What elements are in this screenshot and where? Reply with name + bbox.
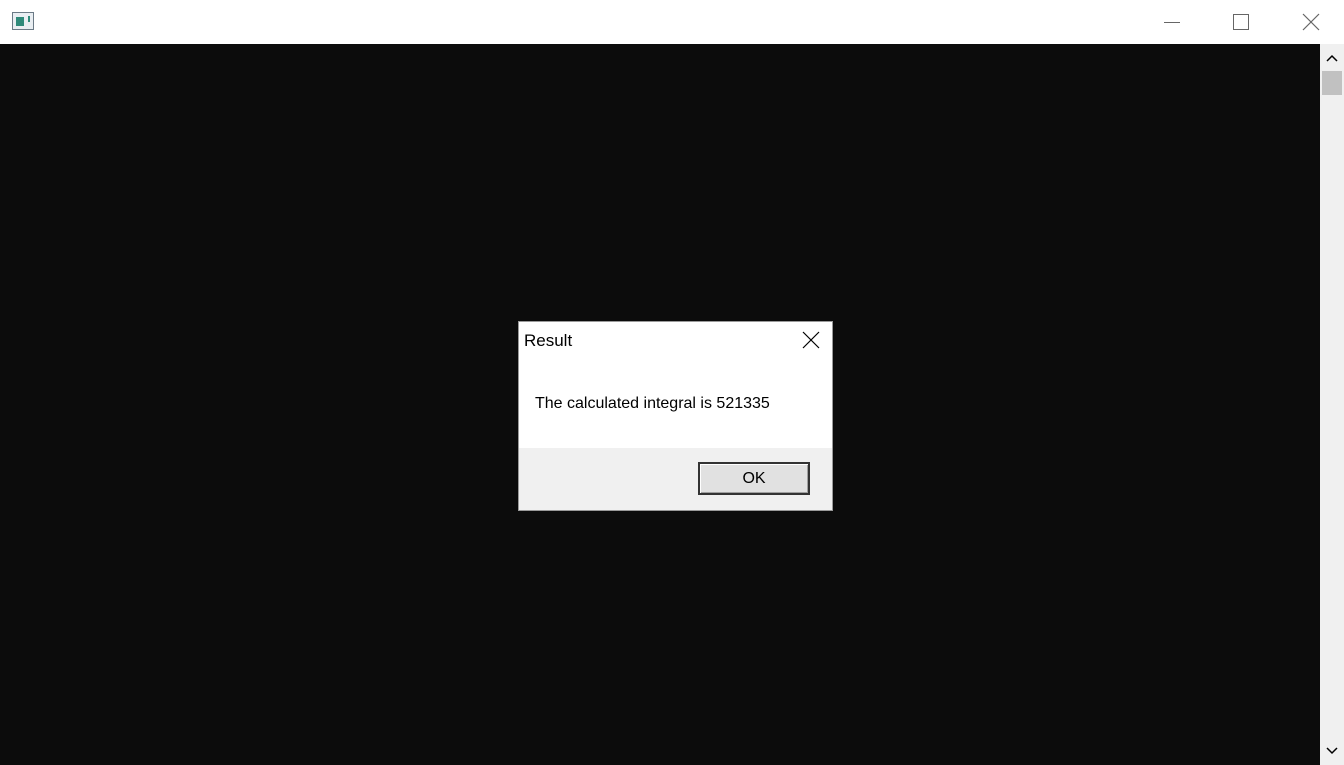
maximize-icon xyxy=(1233,14,1249,30)
close-icon xyxy=(802,331,820,349)
app-icon-screen xyxy=(16,17,24,26)
chevron-up-icon xyxy=(1326,54,1338,62)
dialog-message: The calculated integral is 521335 xyxy=(535,395,770,412)
close-icon xyxy=(1302,13,1320,31)
minimize-icon xyxy=(1164,21,1180,23)
scroll-down-button[interactable] xyxy=(1320,740,1344,762)
dialog-title: Result xyxy=(524,331,573,350)
scroll-up-button[interactable] xyxy=(1320,47,1344,69)
dialog-footer: OK xyxy=(519,448,832,510)
ok-button[interactable]: OK xyxy=(698,462,810,495)
dialog-close-button[interactable] xyxy=(789,322,833,358)
maximize-button[interactable] xyxy=(1206,0,1276,44)
chevron-down-icon xyxy=(1326,747,1338,755)
scroll-thumb[interactable] xyxy=(1322,71,1342,95)
console-app-icon[interactable] xyxy=(12,12,34,30)
result-dialog: Result The calculated integral is 521335… xyxy=(518,321,833,511)
minimize-button[interactable] xyxy=(1137,0,1207,44)
window-close-button[interactable] xyxy=(1276,0,1344,44)
vertical-scrollbar[interactable] xyxy=(1320,44,1344,765)
window-titlebar xyxy=(0,0,1344,44)
app-icon-cursor xyxy=(28,16,30,22)
